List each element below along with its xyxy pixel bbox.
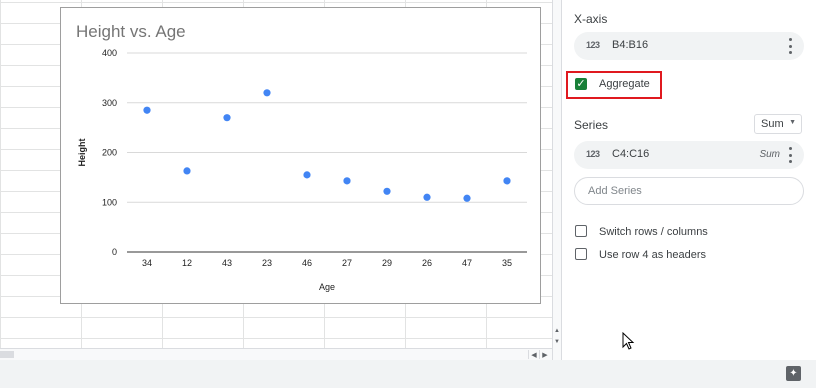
x-tick-label: 27 — [342, 258, 352, 268]
scroll-up-icon[interactable]: ▲ — [553, 326, 561, 336]
scatter-chart: 0 100 200 300 400 34 12 43 23 46 27 29 26 47 35 Age Heig… — [77, 48, 527, 292]
chart-container[interactable]: Height vs. Age 0 100 200 300 400 34 12 43 23 46 27… — [60, 7, 541, 304]
scroll-down-icon[interactable]: ▼ — [553, 337, 561, 347]
xaxis-range-chip[interactable]: 123 B4:B16 — [574, 32, 804, 60]
numeric-range-icon: 123 — [586, 149, 600, 159]
aggregate-function-value: Sum — [761, 118, 784, 130]
data-point — [463, 194, 471, 202]
x-tick-label: 12 — [182, 258, 192, 268]
chevron-down-icon: ▼ — [789, 119, 796, 126]
scroll-right-icon[interactable]: ▶ — [539, 350, 550, 359]
x-tick-label: 46 — [302, 258, 312, 268]
data-point — [423, 193, 431, 201]
y-tick-label: 0 — [112, 247, 117, 257]
data-point — [383, 187, 391, 195]
series-range-text: C4:C16 — [612, 148, 650, 160]
data-point — [503, 177, 511, 185]
data-point — [263, 89, 271, 97]
series-heading: Series — [574, 118, 609, 132]
more-options-icon[interactable] — [788, 38, 792, 54]
data-point — [183, 167, 191, 175]
y-tick-label: 400 — [102, 48, 117, 58]
more-options-icon[interactable] — [788, 147, 792, 163]
xaxis-range-text: B4:B16 — [612, 39, 649, 51]
scroll-left-icon[interactable]: ◀ — [528, 350, 539, 359]
add-series-input[interactable]: Add Series — [574, 177, 804, 205]
aggregate-checkbox[interactable]: ✓ — [575, 78, 587, 90]
horizontal-scrollbar[interactable]: ◀ ▶ — [0, 348, 552, 360]
series-aggregate-text: Sum — [759, 149, 780, 160]
data-point — [303, 171, 311, 179]
y-tick-label: 300 — [102, 98, 117, 108]
y-tick-label: 100 — [102, 197, 117, 207]
vertical-scrollbar[interactable]: ▲ ▼ — [552, 0, 561, 360]
x-tick-label: 43 — [222, 258, 232, 268]
chart-editor-panel: X-axis 123 B4:B16 ✓ Aggregate Series Sum… — [561, 0, 816, 360]
use-headers-checkbox[interactable] — [575, 248, 587, 260]
numeric-range-icon: 123 — [586, 40, 600, 50]
x-tick-label: 23 — [262, 258, 272, 268]
aggregate-function-dropdown[interactable]: Sum ▼ — [754, 114, 802, 134]
data-point — [223, 114, 231, 122]
series-range-chip[interactable]: 123 C4:C16 Sum — [574, 141, 804, 169]
xaxis-heading: X-axis — [574, 12, 608, 26]
horizontal-scroll-thumb[interactable] — [0, 351, 14, 358]
x-tick-label: 26 — [422, 258, 432, 268]
data-point — [143, 106, 151, 114]
bottom-bar — [0, 360, 816, 388]
aggregate-label: Aggregate — [599, 78, 650, 90]
add-series-placeholder: Add Series — [588, 185, 642, 197]
x-tick-label: 47 — [462, 258, 472, 268]
y-axis-label: Height — [77, 138, 87, 166]
explore-icon[interactable]: ✦ — [786, 366, 801, 381]
use-headers-label: Use row 4 as headers — [599, 249, 706, 261]
mouse-pointer-icon — [622, 332, 635, 350]
data-point — [343, 177, 351, 185]
y-tick-label: 200 — [102, 148, 117, 158]
x-axis-label: Age — [319, 282, 335, 292]
switch-rows-columns-checkbox[interactable] — [575, 225, 587, 237]
x-tick-label: 29 — [382, 258, 392, 268]
x-tick-label: 35 — [502, 258, 512, 268]
x-tick-label: 34 — [142, 258, 152, 268]
switch-rows-columns-label: Switch rows / columns — [599, 226, 708, 238]
